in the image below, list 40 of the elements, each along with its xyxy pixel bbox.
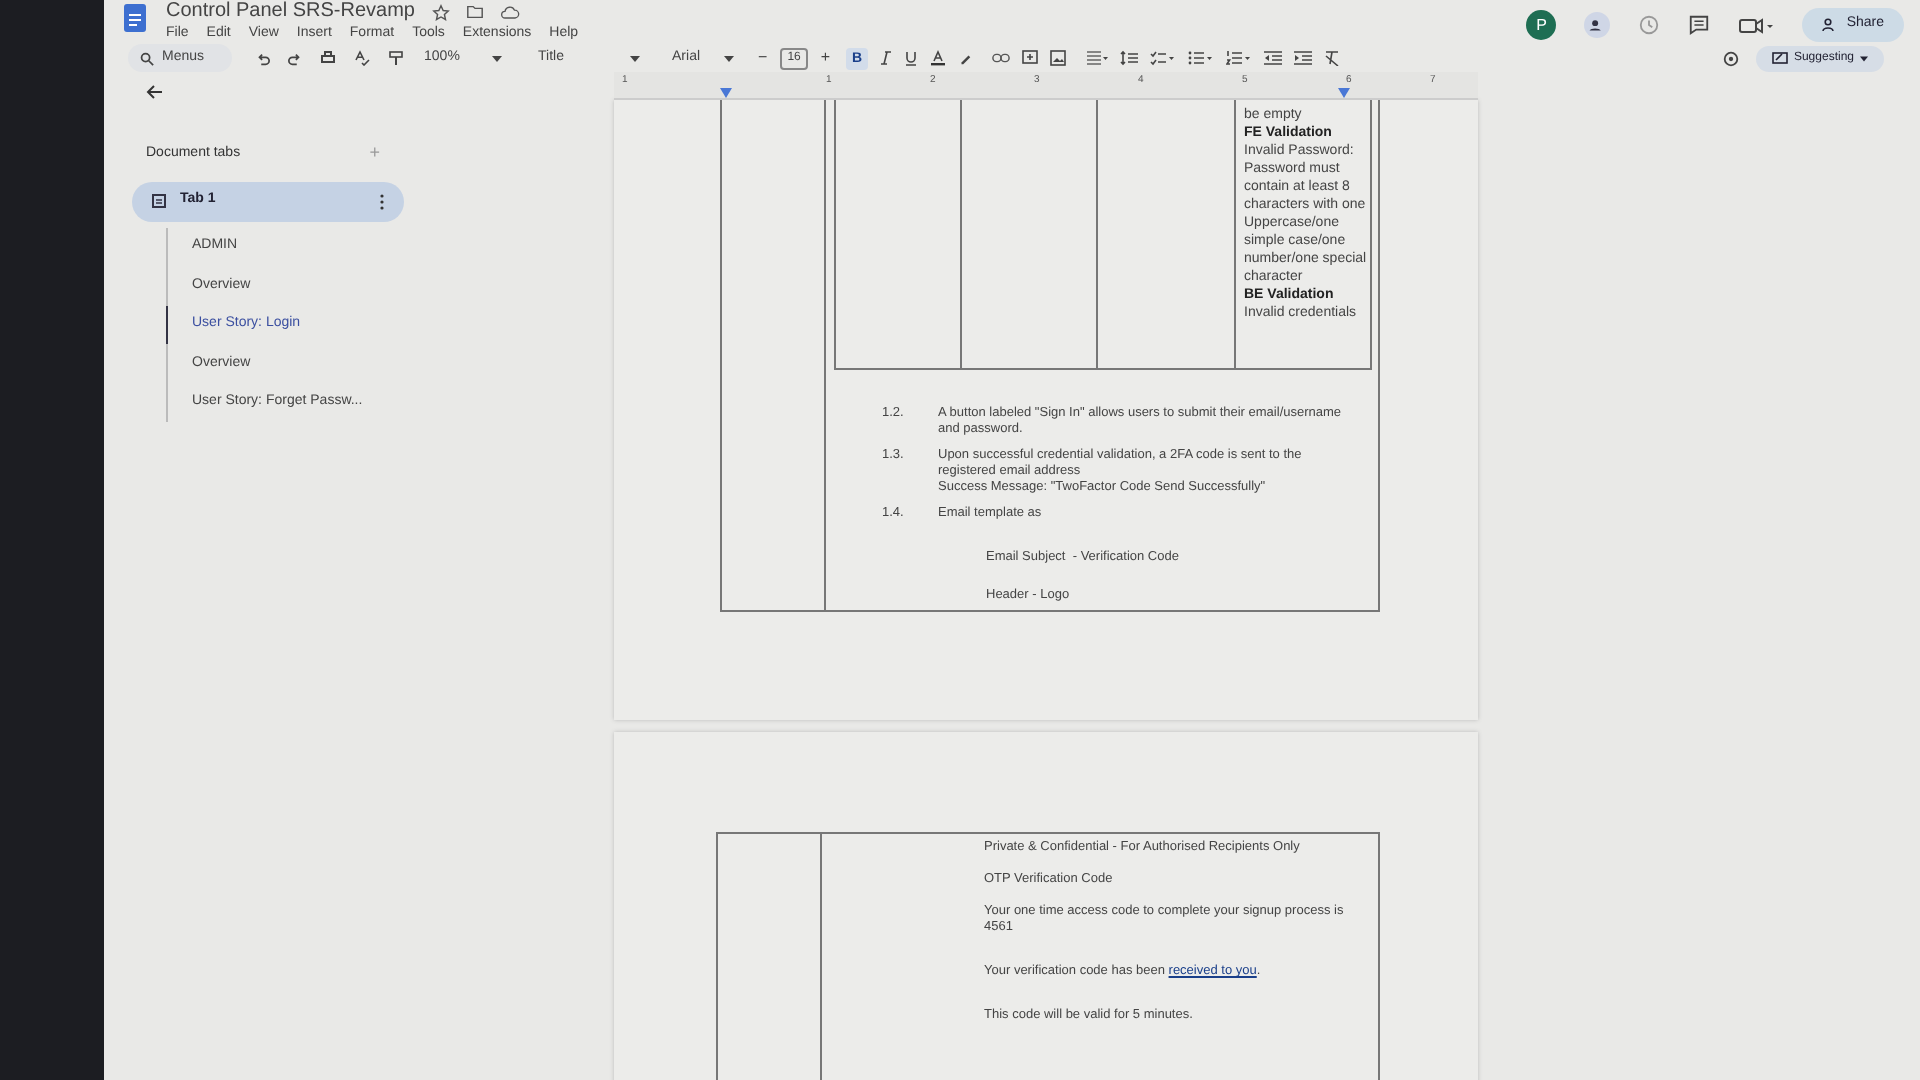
numbered-list-icon[interactable]: [1226, 50, 1253, 66]
redo-icon[interactable]: [288, 51, 303, 65]
caret-icon: [630, 55, 641, 61]
increase-indent-icon[interactable]: [1294, 50, 1313, 66]
line-spacing-icon[interactable]: [1120, 50, 1139, 66]
star-icon[interactable]: [431, 3, 449, 21]
decrease-indent-icon[interactable]: [1264, 50, 1283, 66]
clear-formatting-icon[interactable]: [1324, 50, 1341, 66]
people-icon[interactable]: [1584, 12, 1611, 38]
add-comment-icon[interactable]: [1022, 50, 1039, 66]
people-icon: [1822, 18, 1839, 32]
italic-icon[interactable]: [880, 50, 893, 66]
search-icon: [140, 51, 154, 65]
back-arrow-icon[interactable]: [146, 84, 164, 100]
video-camera-icon[interactable]: [1738, 15, 1775, 35]
align-icon[interactable]: [1086, 50, 1109, 66]
caret-icon: [1860, 55, 1868, 61]
cloud-icon[interactable]: [499, 5, 519, 19]
caret-icon: [492, 55, 503, 61]
checklist-icon[interactable]: [1150, 50, 1177, 66]
document-title[interactable]: Control Panel SRS-Revamp: [166, 2, 415, 22]
image-icon[interactable]: [1050, 50, 1067, 66]
decrease-size-button[interactable]: −: [758, 48, 768, 68]
caret-icon: [724, 55, 735, 61]
text-color-icon[interactable]: [930, 50, 947, 66]
undo-icon[interactable]: [256, 51, 271, 65]
document-icon: [152, 194, 166, 208]
paint-format-icon[interactable]: [388, 50, 405, 66]
spellcheck-icon[interactable]: [354, 50, 371, 66]
link-icon[interactable]: [992, 52, 1011, 64]
docs-logo-icon[interactable]: [124, 4, 146, 32]
print-icon[interactable]: [320, 50, 337, 66]
increase-size-button[interactable]: +: [820, 48, 831, 68]
user-avatar[interactable]: P: [1526, 10, 1557, 40]
underline-icon[interactable]: [904, 50, 919, 66]
pen-icon: [1771, 51, 1788, 65]
comment-icon[interactable]: [1688, 14, 1711, 36]
folder-icon[interactable]: [465, 4, 483, 20]
highlighter-icon[interactable]: [958, 51, 973, 65]
bulleted-list-icon[interactable]: [1188, 50, 1215, 66]
